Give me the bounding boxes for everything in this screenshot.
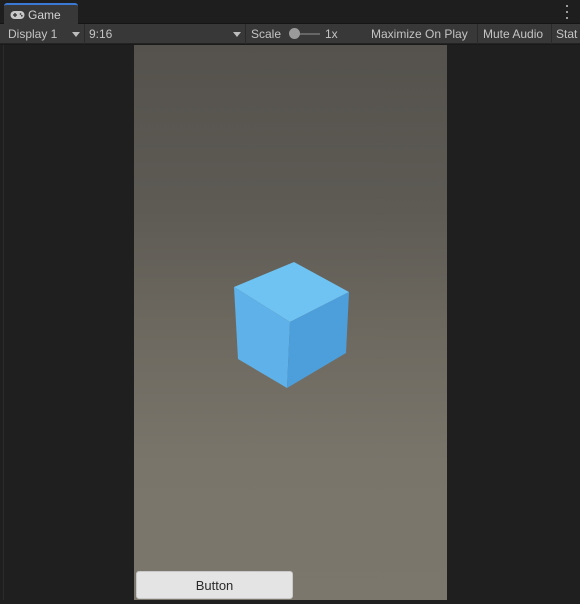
game-ui-button-label: Button	[195, 577, 234, 593]
toolbar-divider	[477, 24, 478, 44]
scale-value: 1x	[325, 24, 338, 44]
display-chevron-down-icon	[72, 32, 80, 37]
maximize-on-play-label: Maximize On Play	[371, 27, 468, 41]
cube-object	[234, 262, 349, 388]
tab-label: Game	[28, 7, 61, 22]
mute-audio-toggle[interactable]: Mute Audio	[483, 24, 543, 44]
scale-label-text: Scale	[251, 27, 282, 41]
stats-label: Stat	[556, 27, 578, 41]
scale-label: Scale	[251, 24, 281, 44]
display-label: Display 1	[8, 27, 58, 41]
maximize-on-play-toggle[interactable]: Maximize On Play	[371, 24, 468, 44]
mute-audio-label: Mute Audio	[483, 27, 544, 41]
gamepad-icon	[10, 10, 25, 19]
toolbar-divider	[245, 24, 246, 44]
game-ui-button[interactable]: Button	[136, 571, 293, 599]
toolbar-divider	[551, 24, 552, 44]
stats-toggle[interactable]: Stat	[556, 24, 580, 44]
aspect-chevron-down-icon	[233, 32, 241, 37]
viewport-border	[3, 45, 4, 600]
display-dropdown[interactable]: Display 1	[8, 24, 57, 44]
aspect-dropdown[interactable]: 9:16	[89, 24, 112, 44]
scale-slider-handle[interactable]	[289, 28, 300, 39]
toolbar-divider	[84, 24, 85, 44]
more-options-icon[interactable]	[564, 5, 570, 19]
aspect-label: 9:16	[89, 27, 113, 41]
tab-game[interactable]: Game	[4, 3, 78, 24]
scale-value-text: 1x	[325, 27, 338, 41]
tab-bar: Game	[0, 0, 580, 24]
